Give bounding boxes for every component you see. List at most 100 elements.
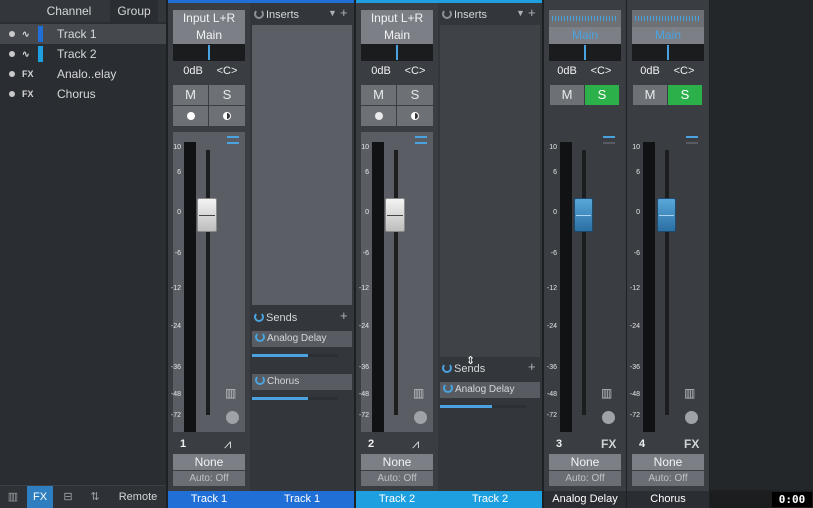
visibility-dot[interactable]: [9, 91, 15, 97]
volume-fader[interactable]: [197, 198, 217, 232]
send-slot-analog-delay[interactable]: Analog Delay: [440, 382, 540, 398]
pan-readout[interactable]: <C>: [398, 65, 432, 77]
list-item-track-2[interactable]: ∿ Track 2: [0, 44, 166, 64]
list-item-analog-delay[interactable]: FX Analo..elay: [0, 64, 166, 84]
record-button[interactable]: [173, 106, 208, 126]
inserts-header[interactable]: Inserts: [442, 7, 487, 23]
chevron-down-icon[interactable]: ▼: [516, 8, 525, 18]
sends-header[interactable]: Sends: [254, 310, 297, 326]
db-scale-label: -48: [546, 391, 557, 398]
pan-knob-icon[interactable]: [414, 411, 427, 424]
send-level-slider[interactable]: [252, 354, 338, 357]
inserts-header[interactable]: Inserts: [254, 7, 299, 23]
send-slot-analog-delay[interactable]: Analog Delay: [252, 331, 352, 347]
send-level-slider[interactable]: [252, 397, 338, 400]
chevron-down-icon[interactable]: ▼: [328, 8, 337, 18]
volume-fader[interactable]: [657, 198, 676, 232]
expand-icon[interactable]: ▥: [413, 386, 424, 400]
pan-slider[interactable]: [173, 44, 245, 61]
pan-readout[interactable]: <C>: [667, 65, 701, 77]
output-selector[interactable]: Main: [549, 27, 621, 44]
solo-button[interactable]: S: [668, 85, 702, 105]
automation-mode-selector[interactable]: Auto: Off: [632, 471, 704, 486]
automation-mode-selector[interactable]: Auto: Off: [549, 471, 621, 486]
visibility-dot[interactable]: [9, 51, 15, 57]
mute-button[interactable]: M: [633, 85, 667, 105]
channel-name-label[interactable]: Track 1: [168, 491, 250, 508]
pan-slider[interactable]: [361, 44, 433, 61]
power-icon[interactable]: [255, 375, 265, 385]
list-item-chorus[interactable]: FX Chorus: [0, 84, 166, 104]
monitor-icon: [223, 112, 231, 120]
power-icon[interactable]: [443, 383, 453, 393]
visibility-dot[interactable]: [9, 31, 15, 37]
channel-name-label[interactable]: Analog Delay: [544, 491, 626, 508]
pan-readout[interactable]: <C>: [210, 65, 244, 77]
expand-icon[interactable]: ▥: [601, 386, 612, 400]
sends-header[interactable]: Sends: [442, 361, 485, 377]
monitor-button[interactable]: [209, 106, 245, 126]
power-icon[interactable]: [442, 9, 452, 19]
automation-selector[interactable]: None: [632, 454, 704, 470]
pan-slider[interactable]: [632, 44, 704, 61]
send-slot-chorus[interactable]: Chorus: [252, 374, 352, 390]
power-icon[interactable]: [442, 363, 452, 373]
automation-selector[interactable]: None: [361, 454, 433, 470]
solo-button[interactable]: S: [397, 85, 433, 105]
pan-knob-icon[interactable]: [226, 411, 239, 424]
input-selector[interactable]: Input L+R: [173, 10, 245, 27]
power-icon[interactable]: [254, 9, 264, 19]
solo-button[interactable]: S: [585, 85, 619, 105]
channel-name-label[interactable]: Chorus: [627, 491, 709, 508]
mute-button[interactable]: M: [173, 85, 208, 105]
level-meter: [643, 142, 655, 432]
output-selector[interactable]: Main: [361, 27, 433, 44]
expand-icon[interactable]: ▥: [225, 386, 236, 400]
input-selector[interactable]: Input L+R: [361, 10, 433, 27]
output-selector[interactable]: Main: [632, 27, 704, 44]
tab-group[interactable]: Group: [110, 0, 158, 22]
pan-knob-icon[interactable]: [602, 411, 615, 424]
bus-icon[interactable]: ⊟: [55, 486, 81, 508]
add-insert-icon[interactable]: +: [528, 5, 536, 20]
mute-button[interactable]: M: [550, 85, 584, 105]
db-scale-label: 10: [361, 144, 369, 151]
list-item-track-1[interactable]: ∿ Track 1: [0, 24, 166, 44]
db-scale-label: -6: [633, 250, 640, 257]
mute-button[interactable]: M: [361, 85, 396, 105]
volume-fader[interactable]: [385, 198, 405, 232]
automation-selector[interactable]: None: [549, 454, 621, 470]
send-level-slider[interactable]: [440, 405, 526, 408]
record-button[interactable]: [361, 106, 396, 126]
pan-slider[interactable]: [549, 44, 621, 61]
add-send-icon[interactable]: +: [528, 359, 536, 374]
strip-color-bar: [168, 0, 250, 3]
add-send-icon[interactable]: +: [340, 308, 348, 323]
solo-button[interactable]: S: [209, 85, 245, 105]
output-selector[interactable]: Main: [173, 27, 245, 44]
volume-readout[interactable]: 0dB: [633, 65, 667, 77]
fx-filter-button[interactable]: FX: [27, 486, 53, 508]
volume-readout[interactable]: 0dB: [550, 65, 584, 77]
inserts-slot-area[interactable]: [440, 25, 540, 357]
volume-fader[interactable]: [574, 198, 593, 232]
visibility-dot[interactable]: [9, 71, 15, 77]
remote-button[interactable]: Remote: [110, 486, 166, 508]
keyboard-icon[interactable]: ▥: [0, 486, 26, 508]
volume-readout[interactable]: 0dB: [364, 65, 398, 77]
tab-channel[interactable]: Channel: [30, 0, 108, 22]
power-icon[interactable]: [254, 312, 264, 322]
pan-readout[interactable]: <C>: [584, 65, 618, 77]
volume-readout[interactable]: 0dB: [176, 65, 210, 77]
automation-mode-selector[interactable]: Auto: Off: [361, 471, 433, 486]
channel-name-label[interactable]: Track 2: [356, 491, 438, 508]
vca-icon[interactable]: ⇅: [82, 486, 108, 508]
automation-selector[interactable]: None: [173, 454, 245, 470]
expand-icon[interactable]: ▥: [684, 386, 695, 400]
add-insert-icon[interactable]: +: [340, 5, 348, 20]
inserts-slot-area[interactable]: [252, 25, 352, 305]
monitor-button[interactable]: [397, 106, 433, 126]
automation-mode-selector[interactable]: Auto: Off: [173, 471, 245, 486]
pan-knob-icon[interactable]: [685, 411, 698, 424]
power-icon[interactable]: [255, 332, 265, 342]
